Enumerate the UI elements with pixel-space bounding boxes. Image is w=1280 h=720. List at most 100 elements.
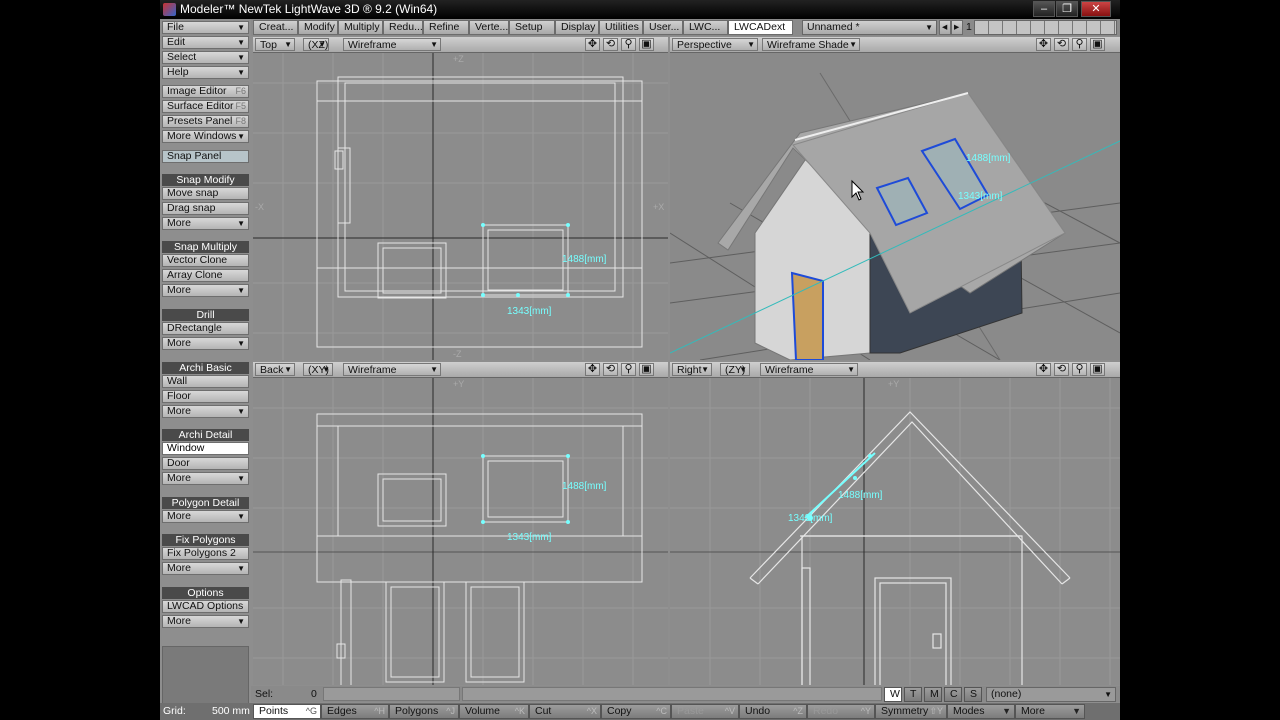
zoom-icon[interactable]: ⚲ <box>621 363 636 376</box>
drectangle-button[interactable]: DRectangle <box>162 322 249 335</box>
tab-refine[interactable]: Refine <box>423 20 469 35</box>
volume-button[interactable]: Volume ^K <box>459 704 529 719</box>
tab-user[interactable]: User... <box>643 20 683 35</box>
tab-utilities[interactable]: Utilities <box>599 20 643 35</box>
top-view-canvas: +Z -Z -X +X 1488[mm] 1343[mm] <box>253 53 668 360</box>
viewport-perspective[interactable]: Perspective Wireframe Shade ✥ ⟲ ⚲ ▣ 1488… <box>670 37 1120 360</box>
more-button[interactable]: More <box>162 562 249 575</box>
wall-button[interactable]: Wall <box>162 375 249 388</box>
zoom-icon[interactable]: ⚲ <box>1072 363 1087 376</box>
door-button[interactable]: Door <box>162 457 249 470</box>
maximize-icon[interactable]: ❐ <box>1056 1 1078 17</box>
image-editor-button[interactable]: Image Editor F6 <box>162 85 249 98</box>
viewport-back[interactable]: Back (XY) Wireframe ✥ ⟲ ⚲ ▣ <box>253 362 668 685</box>
wtmcs-t-button[interactable]: T <box>904 687 922 702</box>
presets-panel-button[interactable]: Presets Panel F8 <box>162 115 249 128</box>
tab-multiply[interactable]: Multiply <box>338 20 383 35</box>
window-tool-button[interactable]: Window <box>162 442 249 455</box>
maximize-viewport-icon[interactable]: ▣ <box>639 38 654 51</box>
rotate-view-icon[interactable]: ⟲ <box>1054 38 1069 51</box>
tab-reduce[interactable]: Redu... <box>383 20 423 35</box>
tab-setup[interactable]: Setup <box>509 20 555 35</box>
move-view-icon[interactable]: ✥ <box>585 38 600 51</box>
undo-button[interactable]: Undo ^Z <box>739 704 807 719</box>
viewport-right[interactable]: Right (ZY) Wireframe ✥ ⟲ ⚲ ▣ <box>670 362 1120 685</box>
tab-create[interactable]: Creat... <box>253 20 298 35</box>
move-snap-button[interactable]: Move snap <box>162 187 249 200</box>
close-icon[interactable]: ✕ <box>1081 1 1111 17</box>
rotate-view-icon[interactable]: ⟲ <box>603 363 618 376</box>
menu-edit[interactable]: Edit <box>162 36 249 49</box>
view-type-dropdown[interactable]: Back <box>255 363 295 376</box>
layer-buttons[interactable] <box>974 20 1117 35</box>
points-mode-button[interactable]: Points ^G <box>253 704 321 719</box>
rotate-view-icon[interactable]: ⟲ <box>603 38 618 51</box>
paste-button[interactable]: Paste ^V <box>671 704 739 719</box>
wtmcs-s-button[interactable]: S <box>964 687 982 702</box>
render-mode-dropdown[interactable]: Wireframe <box>343 363 441 376</box>
maximize-viewport-icon[interactable]: ▣ <box>1090 38 1105 51</box>
drag-snap-button[interactable]: Drag snap <box>162 202 249 215</box>
axis-label: +Y <box>453 379 464 389</box>
move-view-icon[interactable]: ✥ <box>1036 363 1051 376</box>
menu-select[interactable]: Select <box>162 51 249 64</box>
maximize-viewport-icon[interactable]: ▣ <box>1090 363 1105 376</box>
polygons-mode-button[interactable]: Polygons ^J <box>389 704 459 719</box>
more-button[interactable]: More <box>162 472 249 485</box>
rotate-view-icon[interactable]: ⟲ <box>1054 363 1069 376</box>
wtmcs-c-button[interactable]: C <box>944 687 962 702</box>
floor-button[interactable]: Floor <box>162 390 249 403</box>
prev-layer-icon[interactable]: ◂ <box>939 20 951 35</box>
modes-label: Modes <box>953 705 985 717</box>
tab-lwcadext[interactable]: LWCADext <box>728 20 793 35</box>
redo-button[interactable]: Redo ^Y <box>807 704 875 719</box>
edges-mode-button[interactable]: Edges ^H <box>321 704 389 719</box>
more-dropdown[interactable]: More ▼ <box>1015 704 1085 719</box>
more-windows-button[interactable]: More Windows <box>162 130 249 143</box>
symmetry-button[interactable]: Symmetry ⇧Y <box>875 704 947 719</box>
view-type-dropdown[interactable]: Top <box>255 38 295 51</box>
axes-dropdown[interactable]: (XY) <box>303 363 333 376</box>
snap-panel-button[interactable]: Snap Panel <box>162 150 249 163</box>
wtmcs-m-button[interactable]: M <box>924 687 942 702</box>
more-button[interactable]: More <box>162 284 249 297</box>
object-selector[interactable]: Unnamed * <box>802 20 937 35</box>
cut-button[interactable]: Cut ^X <box>529 704 601 719</box>
more-button[interactable]: More <box>162 405 249 418</box>
vector-clone-button[interactable]: Vector Clone <box>162 254 249 267</box>
axes-dropdown[interactable]: (XZ) <box>303 38 329 51</box>
more-button[interactable]: More <box>162 510 249 523</box>
render-mode-dropdown[interactable]: Wireframe Shade <box>762 38 860 51</box>
modes-dropdown[interactable]: Modes ▼ <box>947 704 1015 719</box>
copy-button[interactable]: Copy ^C <box>601 704 671 719</box>
axes-dropdown[interactable]: (ZY) <box>720 363 750 376</box>
menu-file[interactable]: File <box>162 21 249 34</box>
next-layer-icon[interactable]: ▸ <box>951 20 963 35</box>
viewport-top[interactable]: Top (XZ) Wireframe ✥ ⟲ ⚲ ▣ <box>253 37 668 360</box>
zoom-icon[interactable]: ⚲ <box>621 38 636 51</box>
more-button[interactable]: More <box>162 217 249 230</box>
tab-display[interactable]: Display <box>555 20 599 35</box>
surface-dropdown[interactable]: (none) <box>986 687 1116 702</box>
wtmcs-w-button[interactable]: W <box>884 687 902 702</box>
view-type-dropdown[interactable]: Right <box>672 363 712 376</box>
more-button[interactable]: More <box>162 337 249 350</box>
render-mode-dropdown[interactable]: Wireframe <box>343 38 441 51</box>
maximize-viewport-icon[interactable]: ▣ <box>639 363 654 376</box>
zoom-icon[interactable]: ⚲ <box>1072 38 1087 51</box>
menu-help[interactable]: Help <box>162 66 249 79</box>
modeler-window: Modeler™ NewTek LightWave 3D ® 9.2 (Win6… <box>160 0 1120 720</box>
array-clone-button[interactable]: Array Clone <box>162 269 249 282</box>
view-type-dropdown[interactable]: Perspective <box>672 38 758 51</box>
tab-modify[interactable]: Modify <box>298 20 338 35</box>
tab-lwc[interactable]: LWC... <box>683 20 728 35</box>
render-mode-dropdown[interactable]: Wireframe <box>760 363 858 376</box>
surface-editor-button[interactable]: Surface Editor F5 <box>162 100 249 113</box>
fix-polygons-2-button[interactable]: Fix Polygons 2 <box>162 547 249 560</box>
move-view-icon[interactable]: ✥ <box>585 363 600 376</box>
move-view-icon[interactable]: ✥ <box>1036 38 1051 51</box>
tab-vertex[interactable]: Verte... <box>469 20 509 35</box>
more-button[interactable]: More <box>162 615 249 628</box>
minimize-icon[interactable]: – <box>1033 1 1055 17</box>
lwcad-options-button[interactable]: LWCAD Options <box>162 600 249 613</box>
